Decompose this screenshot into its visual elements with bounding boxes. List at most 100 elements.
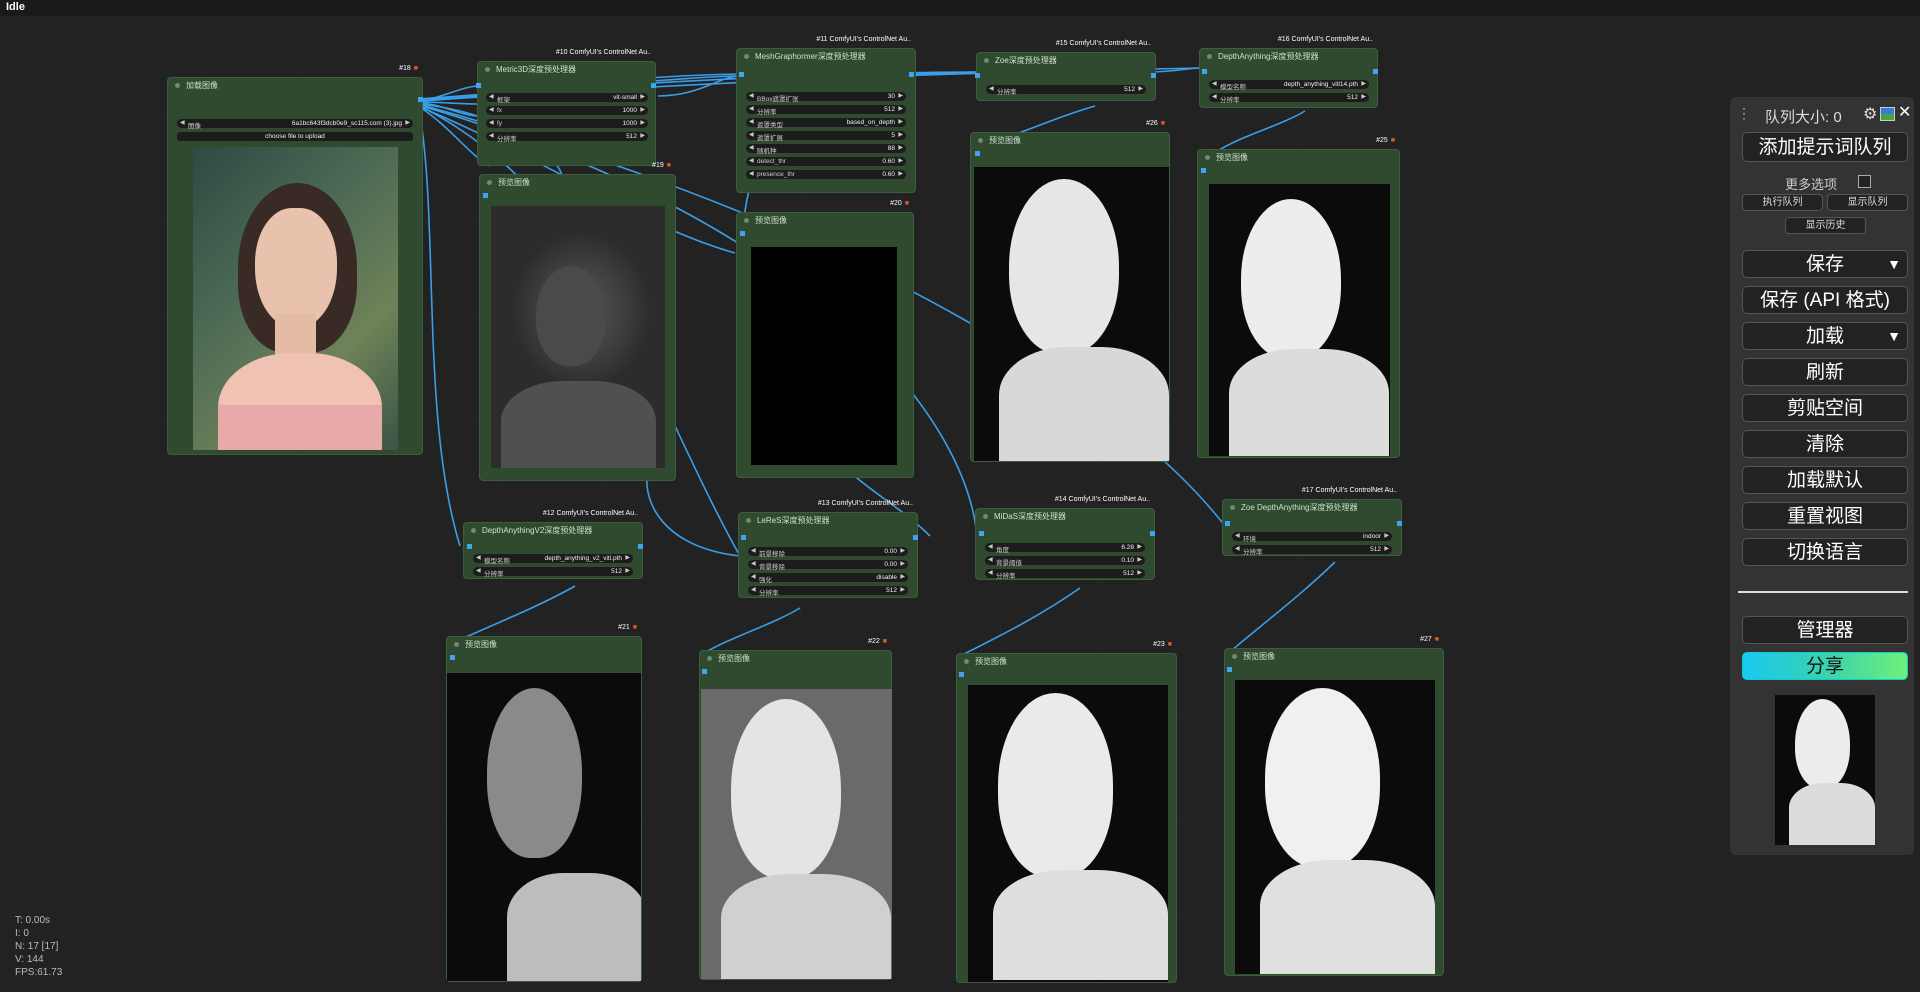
node-zoe[interactable]: #15 ComfyUI's ControlNet Au.. Zoe深度预处理器 … [975, 40, 1156, 101]
input-port[interactable] [959, 672, 964, 677]
close-icon[interactable]: ✕ [1898, 102, 1911, 122]
input-port[interactable] [741, 535, 746, 540]
input-port[interactable] [1201, 168, 1206, 173]
widget-detect-thr[interactable]: ◀ detect_thr 0.60 ▶ [746, 157, 906, 166]
widget-presence-thr[interactable]: ◀ presence_thr 0.60 ▶ [746, 170, 906, 179]
input-port[interactable] [1225, 521, 1230, 526]
preview-image-node[interactable]: #20 ■ 预览图像 [736, 200, 914, 478]
widget-seed[interactable]: ◀ 随机种 88 ▶ [746, 144, 906, 155]
more-options-checkbox[interactable] [1858, 175, 1871, 188]
widget-resolution[interactable]: ◀ 分辨率 512 ▶ [486, 132, 648, 143]
divider [1738, 591, 1908, 593]
widget-resolution[interactable]: ◀ 分辨率 512 ▶ [985, 569, 1145, 580]
input-port[interactable] [739, 72, 744, 77]
output-port[interactable] [909, 72, 914, 77]
share-button[interactable]: 分享 [1742, 652, 1908, 680]
preview-image-node[interactable]: #25 ■ 预览图像 [1197, 137, 1400, 458]
chevron-down-icon[interactable]: ▼ [1881, 251, 1907, 277]
gear-icon[interactable]: ⚙ [1863, 104, 1877, 124]
widget-mask-expand[interactable]: ◀ 遮罩扩展 5 ▶ [746, 131, 906, 142]
widget-fy[interactable]: ◀ fy 1000 ▶ [486, 119, 648, 128]
output-port[interactable] [1397, 521, 1402, 526]
output-port[interactable] [913, 535, 918, 540]
node-badge: #22 ■ [868, 638, 887, 645]
save-api-button[interactable]: 保存 (API 格式) [1742, 286, 1908, 314]
input-port[interactable] [975, 73, 980, 78]
output-port[interactable] [651, 83, 656, 88]
node-badge: #21 ■ [618, 624, 637, 631]
input-port[interactable] [483, 193, 488, 198]
widget-resolution[interactable]: ◀ 分辨率 512 ▶ [473, 567, 633, 578]
widget-remove-background[interactable]: ◀ 背景移除 0.00 ▶ [748, 560, 908, 571]
node-depthanything-v2[interactable]: #12 ComfyUI's ControlNet Au.. DepthAnyth… [463, 510, 643, 579]
output-port[interactable] [418, 97, 423, 102]
upload-button[interactable]: choose file to upload [177, 132, 413, 141]
node-badge: #18 ■ [399, 65, 418, 72]
clear-button[interactable]: 清除 [1742, 430, 1908, 458]
preview-image-node[interactable]: #23 ■ 预览图像 [956, 641, 1177, 983]
reset-view-button[interactable]: 重置视图 [1742, 502, 1908, 530]
refresh-button[interactable]: 刷新 [1742, 358, 1908, 386]
node-title: 预览图像 [465, 640, 497, 649]
widget-resolution[interactable]: ◀ 分辨率 512 ▶ [748, 586, 908, 597]
input-port[interactable] [975, 151, 980, 156]
widget-bg-threshold[interactable]: ◀ 背景阈值 0.10 ▶ [985, 556, 1145, 567]
node-zoe-depthanything[interactable]: #17 ComfyUI's ControlNet Au.. Zoe DepthA… [1222, 487, 1402, 556]
input-port[interactable] [450, 655, 455, 660]
widget-model-name[interactable]: ◀ 模型名称 depth_anything_vitl14.pth ▶ [1209, 80, 1369, 91]
widget-remove-nearest[interactable]: ◀ 前景移除 0.00 ▶ [748, 547, 908, 558]
input-port[interactable] [740, 231, 745, 236]
widget-resolution[interactable]: ◀ 分辨率 512 ▶ [1232, 545, 1392, 556]
widget-environment[interactable]: ◀ 环境 indoor ▶ [1232, 532, 1392, 543]
node-metric3d[interactable]: #10 ComfyUI's ControlNet Au.. Metric3D深度… [476, 49, 656, 166]
input-port[interactable] [1202, 69, 1207, 74]
output-port[interactable] [1150, 531, 1155, 536]
preview-image-node[interactable]: #22 ■ 预览图像 [699, 638, 892, 980]
output-port[interactable] [638, 544, 643, 549]
node-load-image[interactable]: #18 ■ 加载图像 ◀ 图像 6a1bc643f3dcb0e9_sc115.com … [167, 65, 423, 455]
widget-angle[interactable]: ◀ 角度 6.28 ▶ [985, 543, 1145, 554]
input-port[interactable] [979, 531, 984, 536]
node-depthanything[interactable]: #16 ComfyUI's ControlNet Au.. DepthAnyth… [1199, 36, 1378, 108]
load-button[interactable]: 加载 ▼ [1742, 322, 1908, 350]
input-port[interactable] [702, 669, 707, 674]
preview-image-node[interactable]: #21 ■ 预览图像 [446, 624, 642, 982]
image-select-widget[interactable]: ◀ 图像 6a1bc643f3dcb0e9_sc115.com (3).jpg ▶ [177, 119, 413, 130]
widget-model-name[interactable]: ◀ 模型名称 depth_anything_v2_vitl.pth ▶ [473, 554, 633, 565]
queue-thumbnail[interactable] [1775, 695, 1875, 845]
output-port[interactable] [1373, 69, 1378, 74]
run-queue-button[interactable]: 执行队列 [1742, 194, 1823, 211]
widget-boost[interactable]: ◀ 强化 disable ▶ [748, 573, 908, 584]
input-port[interactable] [1227, 667, 1232, 672]
switch-language-button[interactable]: 切换语言 [1742, 538, 1908, 566]
node-midas[interactable]: #14 ComfyUI's ControlNet Au.. MiDaS深度预处理… [975, 496, 1155, 580]
preview-image-node[interactable]: #27 ■ 预览图像 [1224, 636, 1444, 976]
show-history-button[interactable]: 显示历史 [1785, 217, 1866, 234]
save-button[interactable]: 保存 ▼ [1742, 250, 1908, 278]
show-queue-button[interactable]: 显示队列 [1827, 194, 1908, 211]
widget-mask-type[interactable]: ◀ 遮罩类型 based_on_depth ▶ [746, 118, 906, 129]
widget-resolution[interactable]: ◀ 分辨率 512 ▶ [746, 105, 906, 116]
node-badge: #25 ■ [1376, 137, 1395, 144]
node-title: 预览图像 [498, 178, 530, 187]
preview-image-node[interactable]: #26 ■ 预览图像 [970, 120, 1170, 462]
image-icon[interactable] [1880, 107, 1895, 121]
input-port[interactable] [476, 83, 481, 88]
input-port[interactable] [467, 544, 472, 549]
add-prompt-queue-button[interactable]: 添加提示词队列 [1742, 132, 1908, 162]
widget-bbox-expand[interactable]: ◀ BBox遮罩扩张 30 ▶ [746, 92, 906, 103]
node-meshgraphormer[interactable]: #11 ComfyUI's ControlNet Au.. MeshGrapho… [736, 36, 916, 193]
manager-button[interactable]: 管理器 [1742, 616, 1908, 644]
load-default-button[interactable]: 加载默认 [1742, 466, 1908, 494]
graph-canvas[interactable]: #18 ■ 加载图像 ◀ 图像 6a1bc643f3dcb0e9_sc115.com … [0, 16, 1920, 992]
output-port[interactable] [1151, 73, 1156, 78]
widget-framework[interactable]: ◀ 框架 vit-small ▶ [486, 93, 648, 104]
drag-handle-icon[interactable]: ⋮ [1737, 105, 1751, 122]
chevron-down-icon[interactable]: ▼ [1881, 323, 1907, 349]
widget-resolution[interactable]: ◀ 分辨率 512 ▶ [986, 85, 1146, 96]
preview-image-node[interactable]: #19 ■ 预览图像 [479, 162, 676, 481]
node-leres[interactable]: #13 ComfyUI's ControlNet Au.. LeReS深度预处理… [738, 500, 918, 598]
widget-fx[interactable]: ◀ fx 1000 ▶ [486, 106, 648, 115]
widget-resolution[interactable]: ◀ 分辨率 512 ▶ [1209, 93, 1369, 104]
clipspace-button[interactable]: 剪贴空间 [1742, 394, 1908, 422]
